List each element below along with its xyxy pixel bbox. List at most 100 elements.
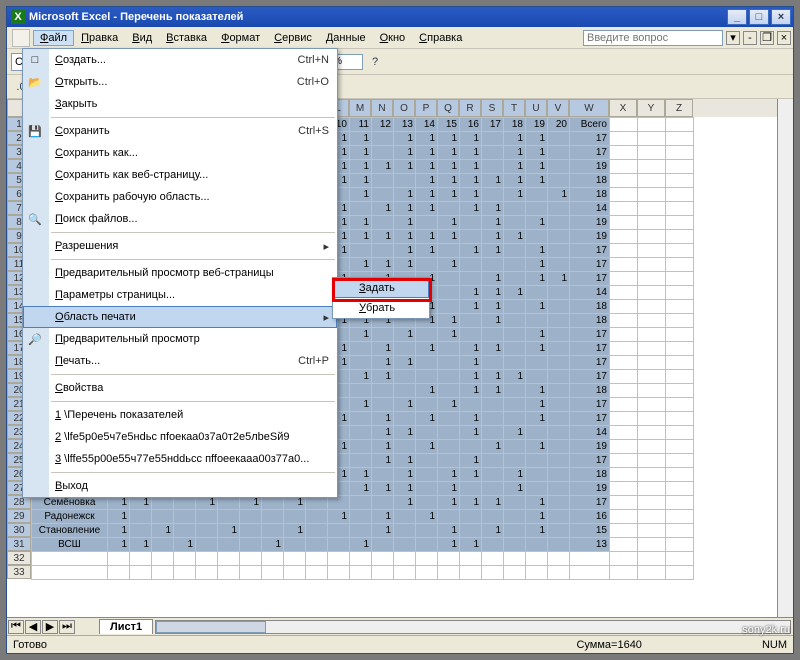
cell[interactable] [610,538,638,552]
cell[interactable] [666,328,694,342]
cell[interactable] [504,244,526,258]
cell[interactable] [548,468,570,482]
cell[interactable] [240,510,262,524]
cell[interactable]: 14 [570,426,610,440]
cell[interactable]: 1 [526,272,548,286]
cell[interactable] [372,174,394,188]
cell[interactable] [416,552,438,566]
cell[interactable] [548,244,570,258]
cell[interactable] [482,132,504,146]
cell[interactable]: 18 [570,384,610,398]
cell[interactable] [504,496,526,510]
cell[interactable]: 1 [394,356,416,370]
cell[interactable]: 1 [504,188,526,202]
column-header[interactable]: S [481,99,503,117]
cell[interactable] [460,566,482,580]
column-header[interactable]: P [415,99,437,117]
cell[interactable]: 1 [548,188,570,202]
cell[interactable] [350,412,372,426]
cell[interactable]: 1 [394,328,416,342]
cell[interactable]: 1 [438,328,460,342]
cell[interactable] [394,440,416,454]
file-menu-item[interactable]: 🔍Поиск файлов... [23,208,337,230]
cell[interactable] [372,468,394,482]
cell[interactable] [460,482,482,496]
cell[interactable]: 1 [372,412,394,426]
cell[interactable]: 18 [504,118,526,132]
cell[interactable] [638,314,666,328]
cell[interactable]: 1 [328,510,350,524]
cell[interactable] [610,300,638,314]
cell[interactable] [610,272,638,286]
cell[interactable] [666,426,694,440]
cell[interactable]: 1 [460,454,482,468]
help-dropdown-icon[interactable]: ▾ [726,31,740,45]
horizontal-scrollbar[interactable] [155,620,791,634]
cell[interactable]: 1 [460,300,482,314]
cell[interactable]: 1 [372,510,394,524]
cell[interactable]: 1 [372,454,394,468]
cell[interactable] [666,384,694,398]
cell[interactable] [504,356,526,370]
file-menu-item[interactable]: 3 \lffe55p00e55ч77e55нddьcc пffоeeкaаa00… [23,448,337,470]
file-menu-item[interactable]: Сохранить как веб-страницу... [23,164,337,186]
cell[interactable] [610,146,638,160]
cell[interactable]: 1 [460,202,482,216]
cell[interactable] [394,412,416,426]
cell[interactable]: 1 [394,496,416,510]
cell[interactable] [504,258,526,272]
cell[interactable] [548,426,570,440]
cell[interactable]: 1 [394,188,416,202]
cell[interactable] [504,272,526,286]
cell[interactable]: 1 [526,496,548,510]
cell[interactable]: 1 [504,426,526,440]
cell[interactable] [548,174,570,188]
cell[interactable]: 1 [460,468,482,482]
cell[interactable] [482,454,504,468]
cell[interactable] [666,398,694,412]
cell[interactable] [108,552,130,566]
tab-prev-icon[interactable]: ◀ [25,620,41,634]
doc-minimize-button[interactable]: - [743,31,757,45]
cell[interactable] [638,328,666,342]
cell[interactable] [548,314,570,328]
cell[interactable]: 1 [526,160,548,174]
cell[interactable] [350,426,372,440]
cell[interactable]: 1 [482,342,504,356]
cell[interactable]: 1 [482,202,504,216]
tab-next-icon[interactable]: ▶ [42,620,58,634]
cell[interactable]: 20 [548,118,570,132]
cell[interactable] [394,552,416,566]
cell[interactable] [240,538,262,552]
cell[interactable]: 1 [372,342,394,356]
cell[interactable]: 1 [526,300,548,314]
cell[interactable] [666,356,694,370]
cell[interactable]: 1 [526,412,548,426]
cell[interactable] [328,552,350,566]
cell[interactable] [638,286,666,300]
column-header[interactable]: Z [665,99,693,117]
cell[interactable] [350,552,372,566]
cell[interactable]: 17 [570,412,610,426]
cell[interactable] [638,300,666,314]
cell[interactable]: 1 [482,496,504,510]
cell[interactable] [394,566,416,580]
cell[interactable]: 1 [460,286,482,300]
cell[interactable]: 1 [394,202,416,216]
cell[interactable]: 1 [482,244,504,258]
cell[interactable] [610,454,638,468]
cell[interactable]: 1 [394,146,416,160]
cell[interactable] [196,566,218,580]
cell[interactable] [666,118,694,132]
cell[interactable] [460,314,482,328]
cell[interactable] [372,244,394,258]
cell[interactable] [262,510,284,524]
cell[interactable] [638,188,666,202]
cell[interactable]: 1 [218,524,240,538]
cell[interactable] [638,412,666,426]
cell[interactable] [666,412,694,426]
cell[interactable] [394,174,416,188]
row-header[interactable]: 31 [7,537,31,551]
cell[interactable]: 1 [416,230,438,244]
cell[interactable]: 11 [350,118,372,132]
